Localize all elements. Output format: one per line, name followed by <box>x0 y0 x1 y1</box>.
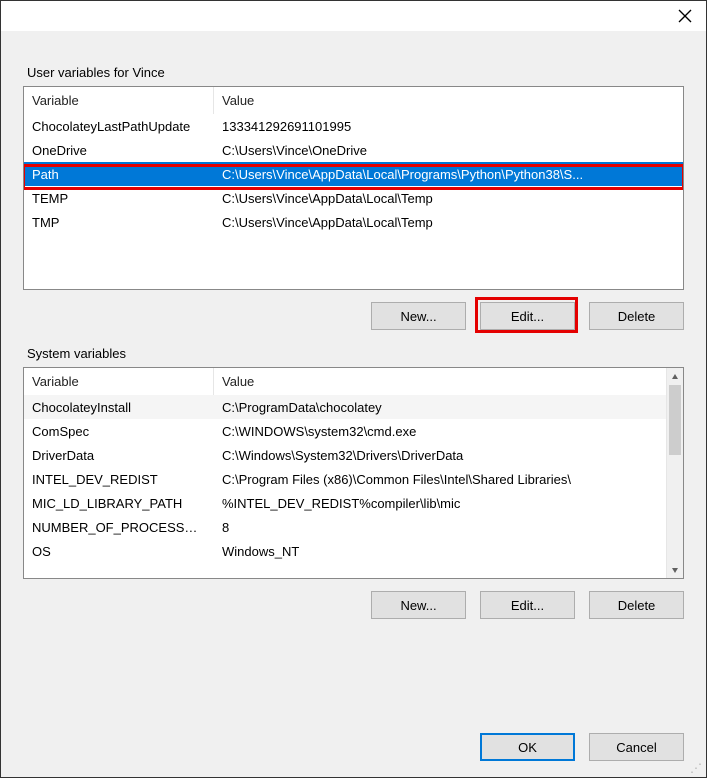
content-area: User variables for Vince Variable Value … <box>1 31 706 777</box>
cell-var: DriverData <box>24 446 214 465</box>
cell-var: ChocolateyLastPathUpdate <box>24 117 214 136</box>
user-var-buttons: New... Edit... Delete <box>23 302 684 330</box>
cell-val: C:\Users\Vince\AppData\Local\Temp <box>214 189 683 208</box>
titlebar <box>1 1 706 31</box>
close-icon[interactable] <box>678 9 692 23</box>
list-header: Variable Value <box>24 87 683 114</box>
cell-val: C:\Windows\System32\Drivers\DriverData <box>214 446 683 465</box>
cell-var: MIC_LD_LIBRARY_PATH <box>24 494 214 513</box>
cell-var: NUMBER_OF_PROCESSORS <box>24 518 214 537</box>
cancel-button[interactable]: Cancel <box>589 733 684 761</box>
system-variables-label: System variables <box>27 346 684 361</box>
cell-val: Windows_NT <box>214 542 683 561</box>
table-row[interactable]: ChocolateyInstall C:\ProgramData\chocola… <box>24 395 683 419</box>
col-variable[interactable]: Variable <box>24 368 214 395</box>
table-row[interactable]: TEMP C:\Users\Vince\AppData\Local\Temp <box>24 186 683 210</box>
scrollbar-vertical[interactable] <box>666 368 683 578</box>
col-value[interactable]: Value <box>214 368 683 395</box>
resize-grip-icon[interactable]: ⋰ <box>690 761 702 773</box>
table-row[interactable]: ComSpec C:\WINDOWS\system32\cmd.exe <box>24 419 683 443</box>
scroll-track[interactable] <box>667 455 683 561</box>
cell-var: TEMP <box>24 189 214 208</box>
cell-val: C:\Users\Vince\OneDrive <box>214 141 683 160</box>
new-button[interactable]: New... <box>371 591 466 619</box>
delete-button[interactable]: Delete <box>589 591 684 619</box>
scroll-thumb[interactable] <box>669 385 681 455</box>
edit-button[interactable]: Edit... <box>480 302 575 330</box>
table-row[interactable]: OneDrive C:\Users\Vince\OneDrive <box>24 138 683 162</box>
table-row[interactable]: DriverData C:\Windows\System32\Drivers\D… <box>24 443 683 467</box>
cell-val: 133341292691101995 <box>214 117 683 136</box>
user-variables-list[interactable]: Variable Value ChocolateyLastPathUpdate … <box>23 86 684 290</box>
table-row[interactable]: MIC_LD_LIBRARY_PATH %INTEL_DEV_REDIST%co… <box>24 491 683 515</box>
system-var-buttons: New... Edit... Delete <box>23 591 684 619</box>
cell-val: C:\WINDOWS\system32\cmd.exe <box>214 422 683 441</box>
cell-val: C:\ProgramData\chocolatey <box>214 398 683 417</box>
table-row[interactable]: INTEL_DEV_REDIST C:\Program Files (x86)\… <box>24 467 683 491</box>
cell-var: OS <box>24 542 214 561</box>
list-header: Variable Value <box>24 368 683 395</box>
scroll-down-icon[interactable] <box>667 561 683 578</box>
table-row[interactable]: TMP C:\Users\Vince\AppData\Local\Temp <box>24 210 683 234</box>
cell-var: ChocolateyInstall <box>24 398 214 417</box>
table-row[interactable]: OS Windows_NT <box>24 539 683 563</box>
cell-var: INTEL_DEV_REDIST <box>24 470 214 489</box>
cell-val: %INTEL_DEV_REDIST%compiler\lib\mic <box>214 494 683 513</box>
dialog-footer-buttons: OK Cancel <box>480 733 684 761</box>
delete-button[interactable]: Delete <box>589 302 684 330</box>
new-button[interactable]: New... <box>371 302 466 330</box>
table-row[interactable]: NUMBER_OF_PROCESSORS 8 <box>24 515 683 539</box>
scroll-up-icon[interactable] <box>667 368 683 385</box>
cell-val: C:\Users\Vince\AppData\Local\Temp <box>214 213 683 232</box>
col-value[interactable]: Value <box>214 87 683 114</box>
table-row[interactable]: Path C:\Users\Vince\AppData\Local\Progra… <box>24 162 683 186</box>
system-variables-list[interactable]: Variable Value ChocolateyInstall C:\Prog… <box>23 367 684 579</box>
cell-val: C:\Users\Vince\AppData\Local\Programs\Py… <box>214 165 683 184</box>
col-variable[interactable]: Variable <box>24 87 214 114</box>
ok-button[interactable]: OK <box>480 733 575 761</box>
cell-var: Path <box>24 165 214 184</box>
cell-var: TMP <box>24 213 214 232</box>
cell-var: OneDrive <box>24 141 214 160</box>
edit-button[interactable]: Edit... <box>480 591 575 619</box>
cell-val: 8 <box>214 518 683 537</box>
table-row[interactable]: ChocolateyLastPathUpdate 133341292691101… <box>24 114 683 138</box>
user-variables-label: User variables for Vince <box>27 65 684 80</box>
cell-val: C:\Program Files (x86)\Common Files\Inte… <box>214 470 683 489</box>
cell-var: ComSpec <box>24 422 214 441</box>
